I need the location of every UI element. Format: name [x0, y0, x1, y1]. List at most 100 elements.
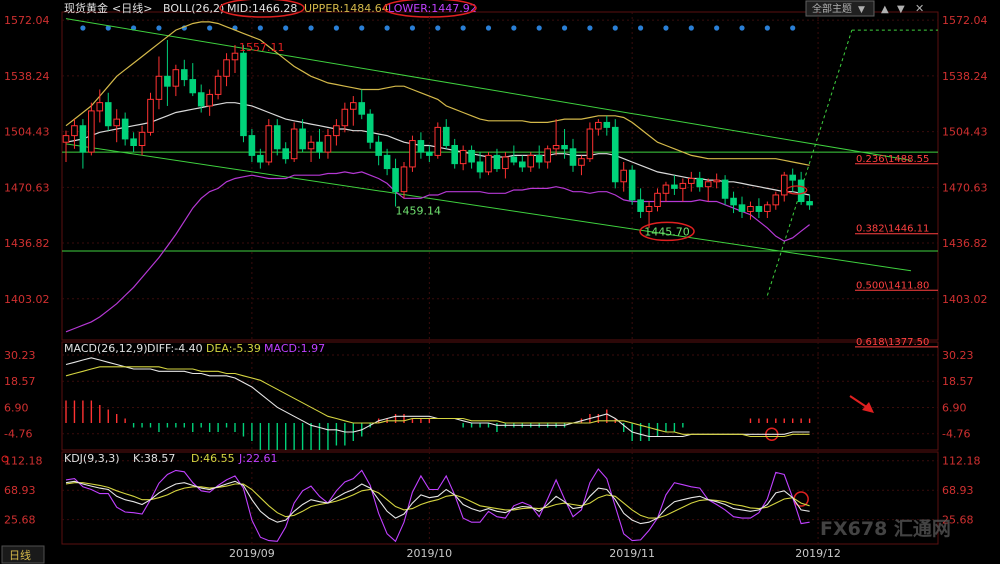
signal-dot [359, 25, 365, 31]
macd-y-tick-right: 30.23 [942, 349, 974, 362]
candle-up [324, 135, 332, 153]
signal-dot [485, 25, 492, 31]
candle-down [197, 92, 205, 107]
candle-up [645, 205, 653, 212]
candle-down [316, 141, 323, 153]
macd-y-tick-right: 6.90 [942, 401, 967, 414]
signal-dot [790, 25, 796, 31]
candle-down [257, 154, 264, 163]
kdj-j-readout: J:22.61 [238, 452, 277, 465]
boll-lower-readout: LOWER:1447.92 [388, 2, 477, 15]
candle-up [620, 169, 628, 183]
candle-up [527, 154, 535, 168]
candle-down [282, 148, 289, 160]
candle-up [265, 125, 273, 163]
main-y-tick-left: 1572.04 [4, 14, 50, 27]
x-tick-label: 2019/11 [609, 547, 655, 560]
candle-up [147, 98, 154, 133]
candle-down [358, 102, 366, 115]
signal-dot [460, 25, 466, 31]
macd-title: MACD(26,12,9) [64, 342, 148, 355]
signal-dot [714, 25, 720, 31]
candle-up [333, 125, 340, 137]
signal-dot [511, 25, 517, 31]
scroll-down-icon[interactable]: ▼ [897, 4, 905, 15]
candle-down [383, 154, 391, 170]
candle-up [290, 128, 298, 160]
kdj-panel [61, 451, 939, 545]
macd-y-tick-left: 18.57 [4, 375, 36, 388]
candle-down [451, 145, 458, 165]
main-y-tick-left: 1470.63 [4, 181, 50, 194]
chart-canvas: 现货黄金 <日线> BOLL(26,2) MID:1466.28 UPPER:1… [1, 0, 988, 564]
macd-y-tick-left: -4.76 [4, 428, 32, 441]
macd-value-readout: MACD:1.97 [264, 342, 325, 355]
signal-dot [257, 25, 263, 31]
candle-down [130, 138, 137, 147]
candle-up [713, 179, 720, 183]
candle-up [138, 131, 146, 147]
signal-dot [207, 25, 213, 31]
candle-up [214, 75, 222, 95]
signal-dot [587, 25, 593, 31]
candle-down [164, 75, 171, 87]
kdj-title: KDJ(9,3,3) [64, 452, 120, 465]
signal-dot [638, 25, 644, 31]
candle-up [341, 108, 349, 127]
candle-down [468, 149, 475, 163]
scroll-up-icon[interactable]: ▲ [881, 4, 889, 15]
kdj-k-readout: K:38.57 [133, 452, 175, 465]
close-icon[interactable]: ✕ [915, 2, 924, 15]
candle-up [654, 192, 661, 207]
candle-down [611, 126, 619, 183]
candle-up [206, 93, 213, 107]
candle-up [485, 154, 492, 173]
signal-dot [435, 25, 441, 31]
candle-up [764, 204, 771, 212]
x-tick-label: 2019/10 [406, 547, 452, 560]
main-y-tick-right: 1572.04 [942, 14, 988, 27]
candle-down [121, 118, 129, 140]
kdj-y-tick-right: 68.93 [942, 484, 974, 497]
candle-down [671, 184, 678, 189]
main-y-tick-right: 1538.24 [942, 70, 988, 83]
candle-down [721, 179, 729, 199]
main-y-tick-left: 1403.02 [4, 293, 50, 306]
main-y-tick-left: 1504.43 [4, 126, 50, 139]
candle-up [544, 148, 551, 163]
candle-up [679, 182, 687, 189]
kdj-y-tick-left: 68.93 [4, 484, 36, 497]
candle-up [578, 158, 585, 166]
candle-down [366, 113, 374, 143]
instrument-name: 现货黄金 [64, 1, 108, 15]
period-button-label: 日线 [9, 548, 31, 562]
signal-dot [739, 25, 745, 31]
macd-y-tick-right: 18.57 [942, 375, 974, 388]
candle-down [442, 126, 450, 147]
candle-up [172, 69, 180, 87]
candle-down [248, 135, 256, 156]
fib-level-label: 0.500\1411.80 [856, 280, 929, 291]
candle-up [459, 149, 467, 165]
signal-dot [688, 25, 694, 31]
candle-down [493, 154, 501, 170]
high-price-label: 1557.11 [239, 41, 285, 54]
main-y-tick-left: 1538.24 [4, 70, 50, 83]
macd-dea-readout: DEA:-5.39 [206, 342, 261, 355]
candle-up [688, 177, 695, 184]
candle-down [375, 141, 382, 156]
candle-down [535, 154, 543, 163]
boll-upper-readout: UPPER:1484.64 [304, 2, 389, 15]
candle-up [62, 135, 70, 143]
candle-up [307, 141, 315, 150]
candle-up [400, 166, 408, 193]
candle-up [747, 205, 754, 212]
main-panel [61, 11, 939, 341]
candle-down [426, 151, 433, 156]
candle-down [637, 199, 644, 212]
candle-down [561, 145, 568, 150]
signal-dot [612, 25, 618, 31]
kdj-title-bar: KDJ(9,3,3) K:38.57 D:46.55 J:22.61 [64, 452, 277, 465]
boll-mid-readout: MID:1466.28 [227, 2, 297, 15]
candle-up [662, 184, 670, 194]
